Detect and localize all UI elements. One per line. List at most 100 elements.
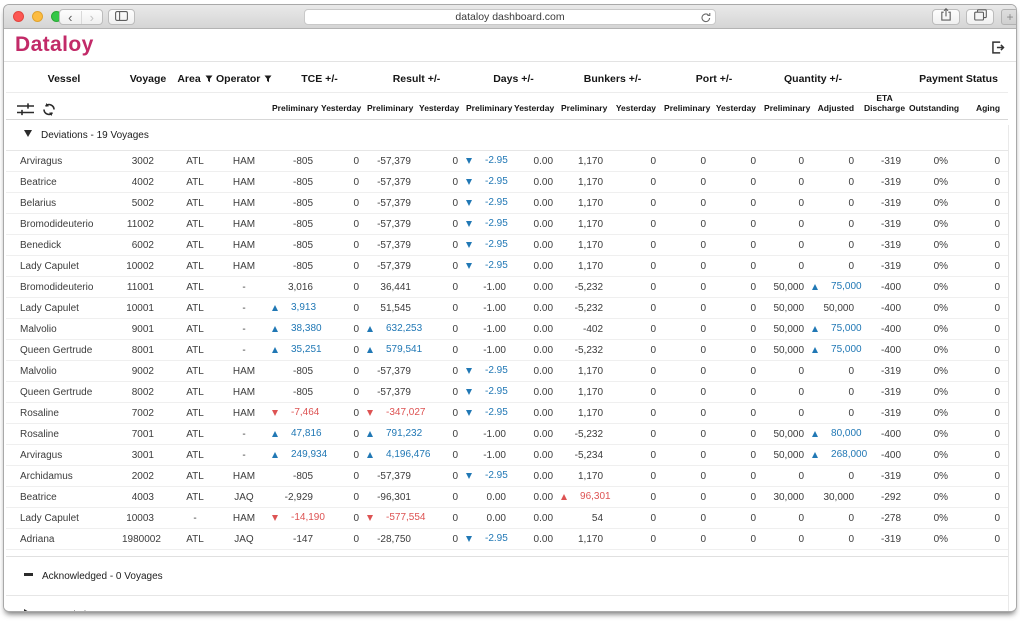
cell-eta-discharge: -319 (862, 403, 909, 424)
cell-result-yesterday: 0 (419, 424, 466, 445)
cell-tce-yesterday: 0 (321, 193, 367, 214)
table-row[interactable]: Arviragus3001ATL-249,93404,196,4760-1.00… (6, 445, 1008, 466)
up-arrow-icon (561, 494, 567, 500)
filter-settings-button[interactable] (17, 103, 34, 116)
cell-outstanding: 0% (909, 172, 956, 193)
table-row[interactable]: Malvolio9002ATLHAM-8050-57,3790-2.950.00… (6, 361, 1008, 382)
cell-result-preliminary: -57,379 (367, 193, 419, 214)
cell-area: ATL (174, 277, 216, 298)
tabs-icon (974, 8, 987, 26)
cell-days-yesterday: 0.00 (514, 319, 561, 340)
cell-eta-discharge: -319 (862, 214, 909, 235)
cell-tce-preliminary: -805 (272, 193, 321, 214)
cell-result-preliminary: -577,554 (367, 508, 419, 529)
table-row[interactable]: Lady Capulet10002ATLHAM-8050-57,3790-2.9… (6, 256, 1008, 277)
cell-quantity-adjusted: 0 (812, 256, 862, 277)
section-header-deviations[interactable]: Deviations - 19 Voyages (6, 120, 1008, 151)
table-row[interactable]: Beatrice4002ATLHAM-8050-57,3790-2.950.00… (6, 172, 1008, 193)
cell-days-preliminary: -1.00 (466, 445, 514, 466)
table-row[interactable]: Lady Capulet10003-HAM-14,1900-577,55400.… (6, 508, 1008, 529)
table-row[interactable]: Bromodideuterio11001ATL-3,016036,4410-1.… (6, 277, 1008, 298)
cell-bunkers-preliminary: 1,170 (561, 403, 611, 424)
cell-tce-preliminary: -805 (272, 382, 321, 403)
section-toggle-icon[interactable] (24, 609, 31, 612)
down-arrow-icon (466, 179, 472, 185)
cell-eta-discharge: -319 (862, 235, 909, 256)
address-bar[interactable]: dataloy dashboard.com (304, 9, 716, 25)
cell-port-preliminary: 0 (664, 529, 714, 550)
cell-quantity-preliminary: 0 (764, 214, 812, 235)
table-row[interactable]: Lady Capulet10001ATL-3,913051,5450-1.000… (6, 298, 1008, 319)
close-window-button[interactable] (13, 11, 24, 22)
cell-tce-yesterday: 0 (321, 508, 367, 529)
share-button[interactable] (932, 9, 960, 25)
cell-result-preliminary: -57,379 (367, 466, 419, 487)
sidebar-toggle-button[interactable] (108, 9, 135, 25)
cell-area: ATL (174, 382, 216, 403)
cell-tce-preliminary: -805 (272, 172, 321, 193)
cell-bunkers-preliminary: 1,170 (561, 214, 611, 235)
cell-outstanding: 0% (909, 214, 956, 235)
table-row[interactable]: Benedick6002ATLHAM-8050-57,3790-2.950.00… (6, 235, 1008, 256)
section-toggle-icon[interactable] (24, 573, 33, 576)
back-button[interactable]: ‹ (60, 11, 81, 24)
tab-overview-button[interactable] (966, 9, 994, 25)
table-row[interactable]: Rosaline7001ATL-47,8160791,2320-1.000.00… (6, 424, 1008, 445)
cell-bunkers-yesterday: 0 (611, 466, 664, 487)
cell-days-preliminary: -2.95 (466, 193, 514, 214)
table-row[interactable]: Beatrice4003ATLJAQ-2,9290-96,30100.000.0… (6, 487, 1008, 508)
table-row[interactable]: Belarius5002ATLHAM-8050-57,3790-2.950.00… (6, 193, 1008, 214)
section-header-acknowledged[interactable]: Acknowledged - 0 Voyages (6, 557, 1008, 596)
cell-eta-discharge: -319 (862, 466, 909, 487)
cell-eta-discharge: -400 (862, 340, 909, 361)
filter-icon-operator[interactable] (260, 73, 272, 85)
cell-bunkers-yesterday: 0 (611, 319, 664, 340)
new-tab-button[interactable]: + (1001, 9, 1017, 25)
table-row[interactable]: Malvolio9001ATL-38,3800632,2530-1.000.00… (6, 319, 1008, 340)
table-row[interactable]: Adriana1980002ATLJAQ-1470-28,7500-2.950.… (6, 529, 1008, 550)
cell-aging: 0 (956, 508, 1008, 529)
table-row[interactable]: Rosaline7002ATLHAM-7,4640-347,0270-2.950… (6, 403, 1008, 424)
minimize-window-button[interactable] (32, 11, 43, 22)
section-toggle-icon[interactable] (24, 130, 32, 137)
forward-button[interactable]: › (81, 11, 103, 24)
cell-tce-yesterday: 0 (321, 151, 367, 172)
cell-eta-discharge: -319 (862, 361, 909, 382)
cell-quantity-preliminary: 0 (764, 151, 812, 172)
table-row[interactable]: Queen Gertrude8002ATLHAM-8050-57,3790-2.… (6, 382, 1008, 403)
cell-tce-yesterday: 0 (321, 214, 367, 235)
cell-area: ATL (174, 361, 216, 382)
section-header-no_deviations[interactable]: No Deviations - 6 Voyages (6, 596, 1008, 613)
cell-outstanding: 0% (909, 340, 956, 361)
filter-icon-area[interactable] (201, 73, 213, 85)
cell-days-yesterday: 0.00 (514, 445, 561, 466)
reload-icon[interactable] (701, 12, 711, 27)
cell-voyage: 9001 (122, 319, 174, 340)
table-row[interactable]: Bromodideuterio11002ATLHAM-8050-57,3790-… (6, 214, 1008, 235)
refresh-button[interactable] (42, 103, 56, 116)
table-row[interactable]: Arviragus3002ATLHAM-8050-57,3790-2.950.0… (6, 151, 1008, 172)
cell-voyage: 10002 (122, 256, 174, 277)
logout-button[interactable] (991, 41, 1005, 59)
cell-area: ATL (174, 214, 216, 235)
cell-area: ATL (174, 487, 216, 508)
cell-aging: 0 (956, 235, 1008, 256)
table-row[interactable]: Queen Gertrude8001ATL-35,2510579,5410-1.… (6, 340, 1008, 361)
column-header-quantity-preliminary: Preliminary (764, 93, 812, 120)
cell-aging: 0 (956, 193, 1008, 214)
column-header-days-yesterday: Yesterday (514, 93, 561, 120)
cell-port-yesterday: 0 (714, 193, 764, 214)
cell-port-yesterday: 0 (714, 529, 764, 550)
up-arrow-icon (272, 326, 278, 332)
cell-days-preliminary: -2.95 (466, 361, 514, 382)
column-header-result-preliminary: Preliminary (367, 93, 419, 120)
cell-bunkers-preliminary: 1,170 (561, 193, 611, 214)
cell-operator: - (216, 277, 272, 298)
sidebar-icon (115, 8, 128, 26)
cell-result-preliminary: -57,379 (367, 151, 419, 172)
cell-vessel: Bromodideuterio (6, 214, 122, 235)
cell-quantity-preliminary: 0 (764, 193, 812, 214)
cell-port-yesterday: 0 (714, 256, 764, 277)
table-row[interactable]: Archidamus2002ATLHAM-8050-57,3790-2.950.… (6, 466, 1008, 487)
cell-tce-preliminary: 3,016 (272, 277, 321, 298)
